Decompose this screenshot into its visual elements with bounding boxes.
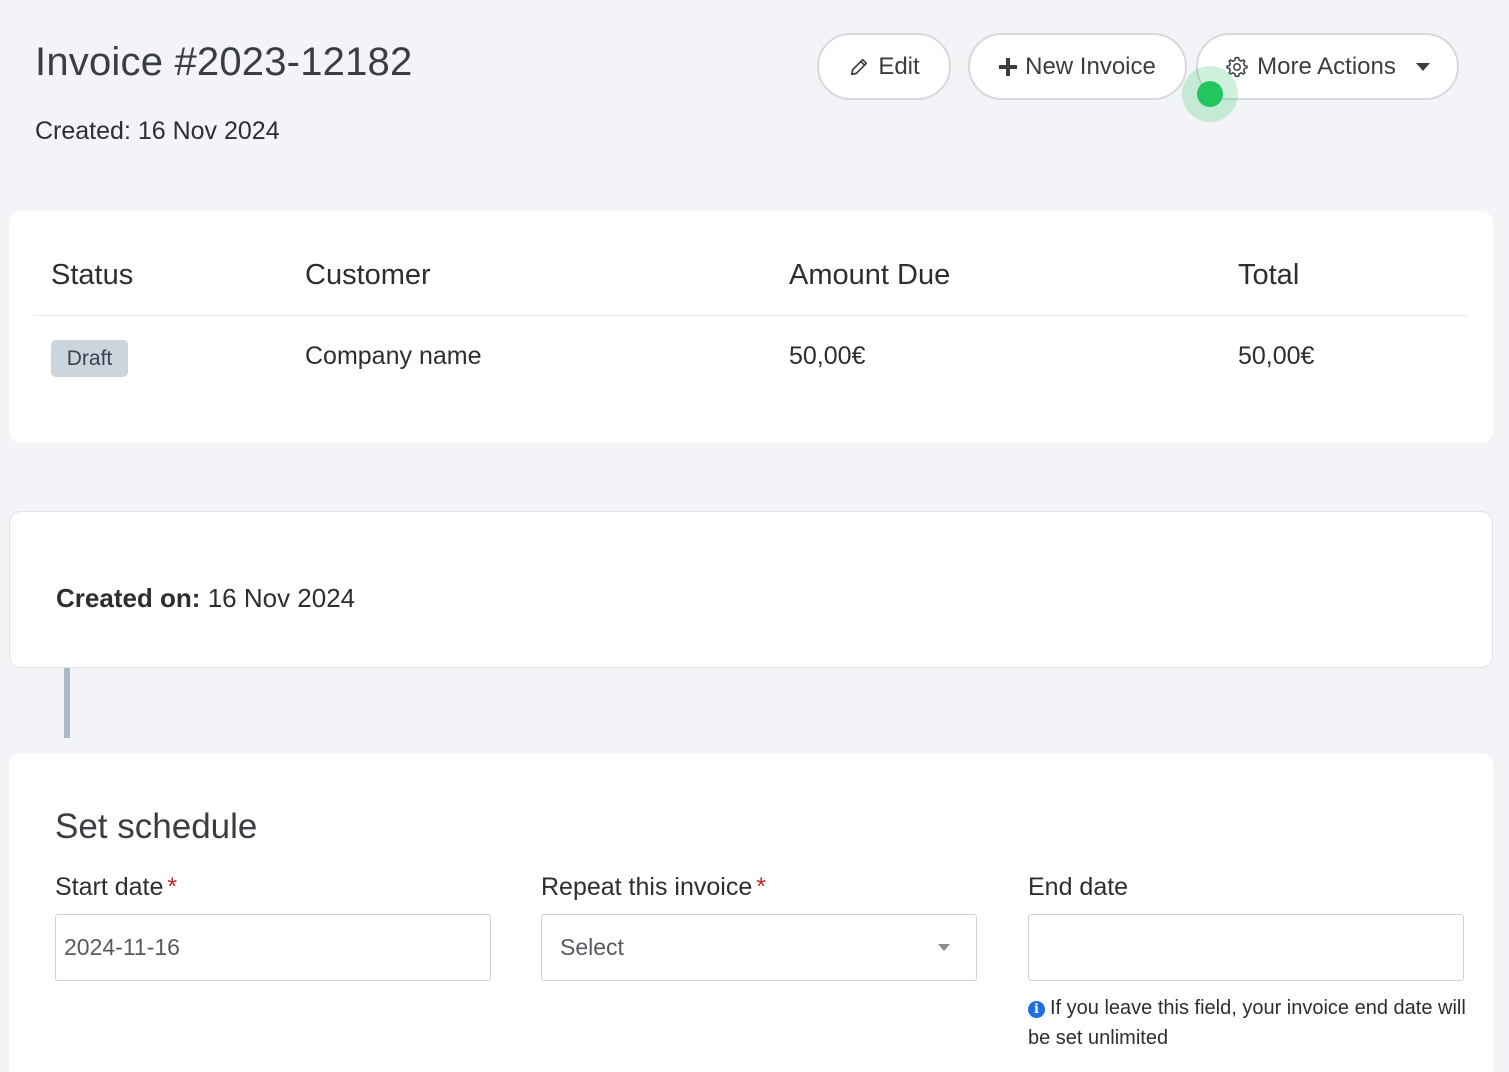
repeat-invoice-select[interactable]: Select <box>541 914 977 981</box>
new-invoice-button[interactable]: New Invoice <box>968 33 1187 100</box>
timeline-connector <box>64 668 70 738</box>
repeat-invoice-value: Select <box>560 934 624 960</box>
repeat-invoice-label: Repeat this invoice * <box>541 873 766 902</box>
created-on-card: Created on: 16 Nov 2024 <box>9 511 1493 668</box>
info-icon: i <box>1028 1001 1045 1018</box>
schedule-title: Set schedule <box>55 807 258 846</box>
edit-button[interactable]: Edit <box>817 33 951 100</box>
customer-cell: Company name <box>305 342 482 370</box>
table-divider <box>34 315 1468 316</box>
caret-down-icon <box>938 944 950 951</box>
start-date-value: 2024-11-16 <box>64 934 180 960</box>
created-on-text: Created on: 16 Nov 2024 <box>56 583 355 614</box>
created-on-value: 16 Nov 2024 <box>207 583 356 613</box>
edit-button-label: Edit <box>878 52 920 80</box>
invoice-summary-card: Status Customer Amount Due Total Draft C… <box>9 211 1493 443</box>
end-date-hint: i If you leave this field, your invoice e… <box>1028 993 1468 1053</box>
cursor-indicator <box>1197 81 1223 107</box>
new-invoice-button-label: New Invoice <box>1025 52 1156 80</box>
required-mark: * <box>756 873 766 901</box>
created-on-label: Created on: <box>56 583 201 613</box>
column-header-status: Status <box>51 259 134 291</box>
end-date-hint-text: If you leave this field, your invoice en… <box>1028 997 1466 1049</box>
created-date-line: Created: 16 Nov 2024 <box>35 117 280 146</box>
start-date-input[interactable]: 2024-11-16 <box>55 914 491 981</box>
required-mark: * <box>167 873 178 901</box>
created-value: 16 Nov 2024 <box>137 117 280 145</box>
page-title: Invoice #2023-12182 <box>35 40 413 84</box>
end-date-input[interactable] <box>1028 914 1464 981</box>
start-date-label: Start date * <box>55 873 177 902</box>
schedule-card: Set schedule Start date * 2024-11-16 Repe… <box>9 753 1493 1072</box>
column-header-amount-due: Amount Due <box>789 259 951 291</box>
status-badge: Draft <box>51 340 128 377</box>
start-date-label-text: Start date <box>55 873 164 901</box>
column-header-customer: Customer <box>305 259 431 291</box>
amount-due-cell: 50,00€ <box>789 342 866 370</box>
column-header-total: Total <box>1238 259 1300 291</box>
pencil-icon <box>848 56 870 78</box>
more-actions-button-label: More Actions <box>1257 52 1396 80</box>
end-date-label: End date <box>1028 873 1129 901</box>
plus-icon <box>999 57 1018 76</box>
created-label: Created: <box>35 117 131 145</box>
repeat-invoice-label-text: Repeat this invoice <box>541 873 753 901</box>
caret-down-icon <box>1415 62 1430 71</box>
total-cell: 50,00€ <box>1238 342 1315 370</box>
